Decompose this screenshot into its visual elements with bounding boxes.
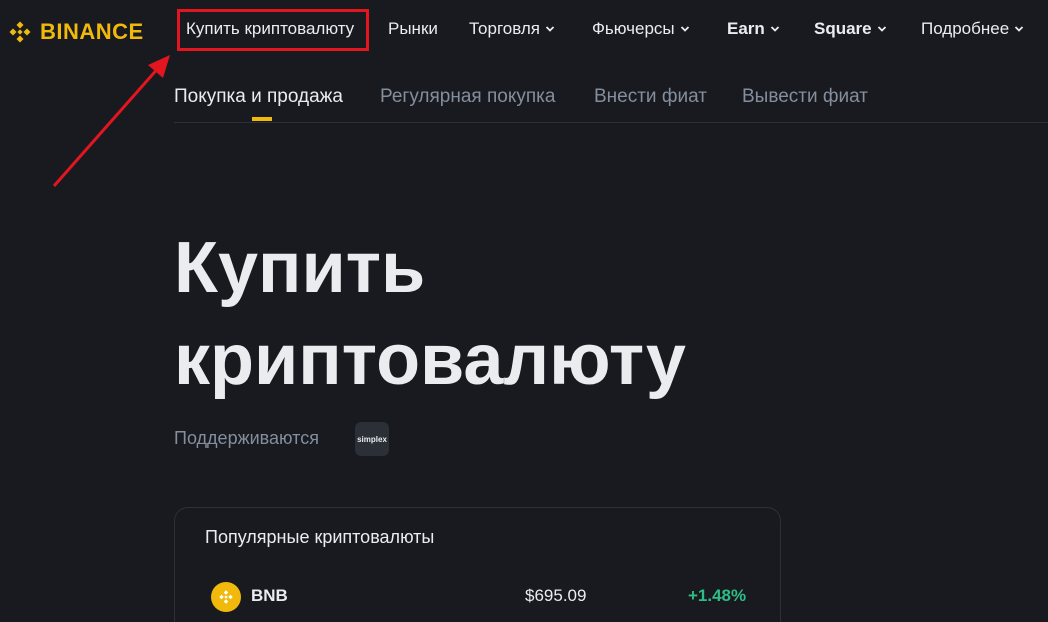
coin-symbol: BNB	[251, 586, 288, 605]
binance-buy-crypto-page: BINANCE Купить криптовалюту Рынки Торгов…	[0, 0, 1048, 622]
chevron-down-icon	[1014, 24, 1024, 34]
chevron-down-icon	[877, 24, 887, 34]
nav-label: Square	[814, 19, 872, 38]
tab-recurring-buy[interactable]: Регулярная покупка	[380, 86, 555, 108]
card-title: Популярные криптовалюты	[205, 527, 435, 547]
annotation-highlight-box	[177, 9, 369, 51]
binance-logo[interactable]: BINANCE	[6, 18, 144, 46]
nav-label: Фьючерсы	[592, 19, 675, 38]
brand-name: BINANCE	[40, 19, 144, 44]
tab-withdraw-fiat[interactable]: Вывести фиат	[742, 86, 868, 108]
list-item[interactable]: BNB $695.09 +1.48%	[175, 582, 782, 612]
nav-square[interactable]: Square	[814, 19, 887, 39]
page-title-line: криптовалюту	[174, 320, 686, 400]
tab-buy-sell[interactable]: Покупка и продажа	[174, 86, 343, 108]
active-tab-indicator	[252, 117, 272, 121]
chevron-down-icon	[545, 24, 555, 34]
chevron-down-icon	[770, 24, 780, 34]
sub-navigation: Покупка и продажа Регулярная покупка Вне…	[174, 84, 1048, 123]
bnb-icon	[211, 582, 241, 612]
coin-change: +1.48%	[688, 586, 747, 605]
page-title: Купить криптовалюту	[174, 222, 874, 406]
nav-label: Подробнее	[921, 19, 1010, 38]
nav-markets[interactable]: Рынки	[388, 19, 438, 39]
nav-trade[interactable]: Торговля	[469, 19, 555, 39]
nav-label: Earn	[727, 19, 765, 38]
nav-label: Торговля	[469, 19, 541, 38]
nav-futures[interactable]: Фьючерсы	[592, 19, 690, 39]
binance-logo-icon	[9, 21, 31, 43]
nav-earn[interactable]: Earn	[727, 19, 780, 39]
nav-label: Рынки	[388, 19, 438, 38]
page-title-line: Купить	[174, 228, 426, 308]
supported-label: Поддерживаются	[174, 428, 319, 448]
provider-logo-text: simplex	[357, 434, 387, 444]
simplex-logo: simplex	[355, 422, 389, 456]
coin-price: $695.09	[525, 586, 587, 605]
nav-more[interactable]: Подробнее	[921, 19, 1024, 39]
tab-deposit-fiat[interactable]: Внести фиат	[594, 86, 707, 108]
popular-crypto-card: Популярные криптовалюты BNB $695.09 +1.4…	[174, 507, 781, 622]
chevron-down-icon	[680, 24, 690, 34]
top-navigation: BINANCE Купить криптовалюту Рынки Торгов…	[0, 0, 1048, 60]
